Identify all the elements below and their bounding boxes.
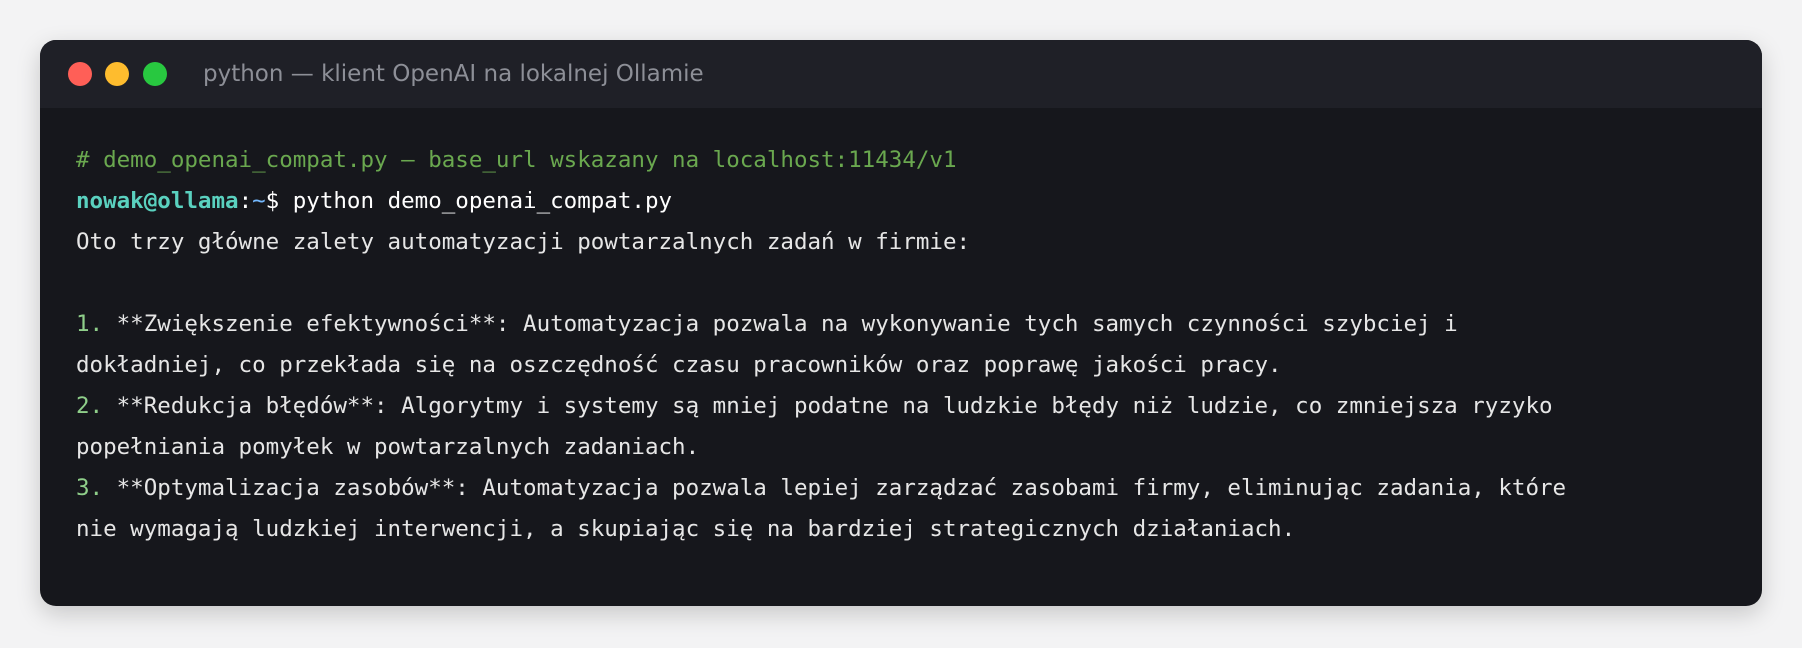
close-window-button[interactable]	[68, 62, 92, 86]
output-item-3-line-2: nie wymagają ludzkiej interwencji, a sku…	[76, 516, 1296, 542]
output-item-2-line-1: 2. **Redukcja błędów**: Algorytmy i syst…	[76, 386, 1742, 427]
maximize-window-button[interactable]	[143, 62, 167, 86]
item-text: **Redukcja błędów**: Algorytmy i systemy…	[103, 393, 1553, 419]
prompt-symbol: $	[265, 188, 293, 214]
prompt-path: ~	[252, 188, 266, 214]
item-number: 1.	[76, 311, 104, 337]
comment-line: # demo_openai_compat.py — base_url wskaz…	[76, 147, 957, 173]
window-title: python — klient OpenAI na lokalnej Ollam…	[203, 61, 704, 87]
output-item-1-line-1: 1. **Zwiększenie efektywności**: Automat…	[76, 304, 1742, 345]
terminal-output[interactable]: # demo_openai_compat.py — base_url wskaz…	[76, 140, 1742, 550]
item-text: **Optymalizacja zasobów**: Automatyzacja…	[103, 475, 1567, 501]
item-text: **Zwiększenie efektywności**: Automatyza…	[103, 311, 1458, 337]
minimize-window-button[interactable]	[105, 62, 129, 86]
prompt-user-host: nowak@ollama	[76, 188, 239, 214]
output-item-1-line-2: dokładniej, co przekłada się na oszczędn…	[76, 352, 1282, 378]
output-item-2-line-2: popełniania pomyłek w powtarzalnych zada…	[76, 434, 700, 460]
output-intro: Oto trzy główne zalety automatyzacji pow…	[76, 229, 971, 255]
terminal-window: python — klient OpenAI na lokalnej Ollam…	[40, 40, 1762, 606]
prompt-command: python demo_openai_compat.py	[292, 188, 673, 214]
item-number: 2.	[76, 393, 104, 419]
item-number: 3.	[76, 475, 104, 501]
prompt-separator: :	[238, 188, 253, 214]
output-item-3-line-1: 3. **Optymalizacja zasobów**: Automatyza…	[76, 468, 1742, 509]
prompt-line: nowak@ollama:~$ python demo_openai_compa…	[76, 181, 1742, 222]
title-bar: python — klient OpenAI na lokalnej Ollam…	[40, 40, 1762, 108]
